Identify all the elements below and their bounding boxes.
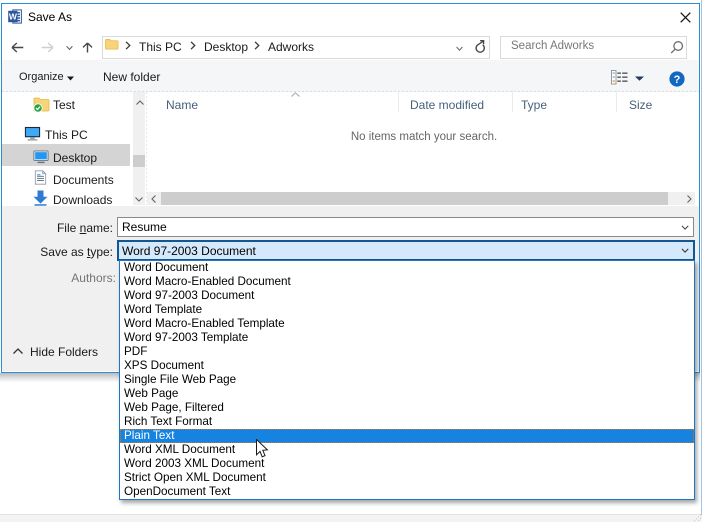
svg-text:W: W	[9, 12, 18, 22]
svg-text:?: ?	[674, 74, 681, 86]
